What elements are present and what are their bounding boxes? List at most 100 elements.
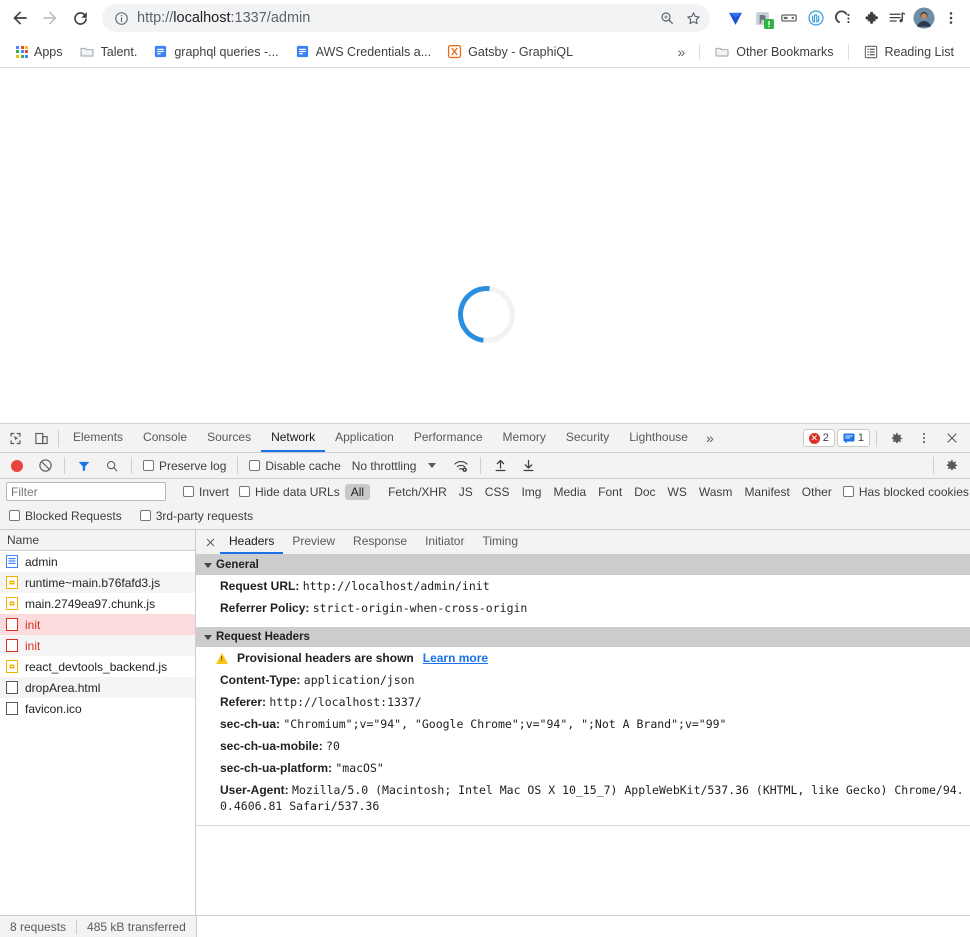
tab-lighthouse[interactable]: Lighthouse <box>619 424 698 452</box>
requests-column-header[interactable]: Name <box>0 530 195 551</box>
bookmark-star-icon[interactable] <box>680 5 706 31</box>
address-bar[interactable]: http://localhost:1337/admin <box>102 4 710 32</box>
type-filter-css[interactable]: CSS <box>479 484 516 500</box>
type-filter-all[interactable]: All <box>344 483 371 500</box>
section-request-headers-header[interactable]: Request Headers <box>196 627 970 647</box>
table-row[interactable]: main.2749ea97.chunk.js <box>0 593 195 614</box>
clickup-extension-icon[interactable] <box>830 5 856 31</box>
postman-interceptor-extension-icon[interactable] <box>749 5 775 31</box>
tab-memory[interactable]: Memory <box>493 424 556 452</box>
tab-elements[interactable]: Elements <box>63 424 133 452</box>
playlist-extension-icon[interactable] <box>884 5 910 31</box>
request-name: react_devtools_backend.js <box>25 659 168 674</box>
table-row[interactable]: admin <box>0 551 195 572</box>
filter-input[interactable] <box>6 482 166 501</box>
type-filter-ws[interactable]: WS <box>662 484 693 500</box>
type-filter-manifest[interactable]: Manifest <box>738 484 795 500</box>
requests-list[interactable]: admin runtime~main.b76fafd3.js main.2749… <box>0 551 195 915</box>
reload-button[interactable] <box>66 4 94 32</box>
search-button[interactable] <box>99 453 125 478</box>
back-button[interactable] <box>6 4 34 32</box>
tab-sources[interactable]: Sources <box>197 424 261 452</box>
import-har-button[interactable] <box>487 453 513 478</box>
tab-network[interactable]: Network <box>261 424 326 452</box>
forward-button[interactable] <box>36 4 64 32</box>
profile-avatar[interactable] <box>911 5 937 31</box>
has-blocked-cookies-checkbox[interactable]: Has blocked cookies <box>838 485 970 499</box>
close-detail-icon[interactable] <box>200 532 220 552</box>
browser-toolbar: http://localhost:1337/admin <box>0 0 970 36</box>
hide-data-urls-checkbox[interactable]: Hide data URLs <box>234 485 345 499</box>
header-key: sec-ch-ua: <box>220 717 281 731</box>
network-status-bar: 8 requests 485 kB transferred <box>0 915 970 937</box>
type-filter-font[interactable]: Font <box>592 484 628 500</box>
section-general-header[interactable]: General <box>196 555 970 575</box>
transferred-size: 485 kB transferred <box>87 919 186 934</box>
preserve-log-checkbox[interactable]: Preserve log <box>138 459 231 473</box>
type-filter-js[interactable]: JS <box>453 484 479 500</box>
tab-security[interactable]: Security <box>556 424 619 452</box>
error-count-badge[interactable]: ✕ 2 <box>802 429 835 447</box>
bookmark-graphql-queries[interactable]: graphql queries -... <box>145 40 286 63</box>
table-row[interactable]: runtime~main.b76fafd3.js <box>0 572 195 593</box>
table-row[interactable]: dropArea.html <box>0 677 195 698</box>
type-filter-fetch-xhr[interactable]: Fetch/XHR <box>382 484 453 500</box>
tab-application[interactable]: Application <box>325 424 404 452</box>
triangle-down-icon <box>204 634 212 640</box>
header-row: sec-ch-ua-mobile: ?0 <box>196 735 970 757</box>
reading-list-button[interactable]: Reading List <box>855 40 963 64</box>
request-name: init <box>25 638 41 653</box>
toggle-device-toolbar-icon[interactable] <box>28 426 54 451</box>
invert-checkbox[interactable]: Invert <box>178 485 234 499</box>
message-count-badge[interactable]: 1 <box>836 429 870 447</box>
yandex-extension-icon[interactable] <box>722 5 748 31</box>
bookmarks-overflow-button[interactable]: » <box>669 40 693 64</box>
blocked-requests-checkbox[interactable]: Blocked Requests <box>6 509 127 523</box>
table-row[interactable]: init <box>0 614 195 635</box>
detail-tab-headers[interactable]: Headers <box>220 530 284 554</box>
chrome-menu-icon[interactable] <box>938 5 964 31</box>
settings-gear-icon[interactable] <box>883 426 909 451</box>
export-har-button[interactable] <box>515 453 541 478</box>
more-options-icon[interactable] <box>911 426 937 451</box>
zoom-search-icon[interactable] <box>654 5 680 31</box>
bookmark-talent[interactable]: Talent. <box>71 40 146 64</box>
bookmark-apps[interactable]: Apps <box>8 41 71 63</box>
type-filter-media[interactable]: Media <box>547 484 592 500</box>
table-row[interactable]: react_devtools_backend.js <box>0 656 195 677</box>
capture-extension-icon[interactable] <box>776 5 802 31</box>
table-row[interactable]: favicon.ico <box>0 698 195 719</box>
detail-tab-preview[interactable]: Preview <box>283 530 344 554</box>
tab-performance[interactable]: Performance <box>404 424 493 452</box>
request-name: dropArea.html <box>25 680 101 695</box>
detail-tab-initiator[interactable]: Initiator <box>416 530 473 554</box>
learn-more-link[interactable]: Learn more <box>423 651 488 665</box>
record-button[interactable] <box>4 453 30 478</box>
site-information-icon[interactable] <box>112 9 130 27</box>
table-row[interactable]: init <box>0 635 195 656</box>
type-filter-wasm[interactable]: Wasm <box>693 484 739 500</box>
pocket-extension-icon[interactable] <box>803 5 829 31</box>
tab-console[interactable]: Console <box>133 424 197 452</box>
network-conditions-icon[interactable] <box>448 453 474 478</box>
disable-cache-checkbox[interactable]: Disable cache <box>244 459 345 473</box>
tabs-overflow-icon[interactable]: » <box>698 430 722 446</box>
network-settings-gear-icon[interactable] <box>938 453 964 478</box>
network-filter-bar: Invert Hide data URLs All Fetch/XHR JS C… <box>0 479 970 530</box>
bookmark-gatsby-graphiql[interactable]: Gatsby - GraphiQL <box>439 40 581 63</box>
third-party-requests-checkbox[interactable]: 3rd-party requests <box>135 509 258 523</box>
requests-count: 8 requests <box>10 919 67 934</box>
puzzle-extensions-icon[interactable] <box>857 5 883 31</box>
detail-tab-response[interactable]: Response <box>344 530 416 554</box>
other-bookmarks-button[interactable]: Other Bookmarks <box>706 40 841 64</box>
type-filter-doc[interactable]: Doc <box>628 484 661 500</box>
bookmark-aws-credentials[interactable]: AWS Credentials a... <box>287 40 440 63</box>
type-filter-other[interactable]: Other <box>796 484 838 500</box>
throttling-select[interactable]: No throttling <box>348 459 447 473</box>
clear-button[interactable] <box>32 453 58 478</box>
close-devtools-icon[interactable] <box>939 426 965 451</box>
inspect-element-icon[interactable] <box>2 426 28 451</box>
type-filter-img[interactable]: Img <box>515 484 547 500</box>
filter-button[interactable] <box>71 453 97 478</box>
detail-tab-timing[interactable]: Timing <box>473 530 527 554</box>
